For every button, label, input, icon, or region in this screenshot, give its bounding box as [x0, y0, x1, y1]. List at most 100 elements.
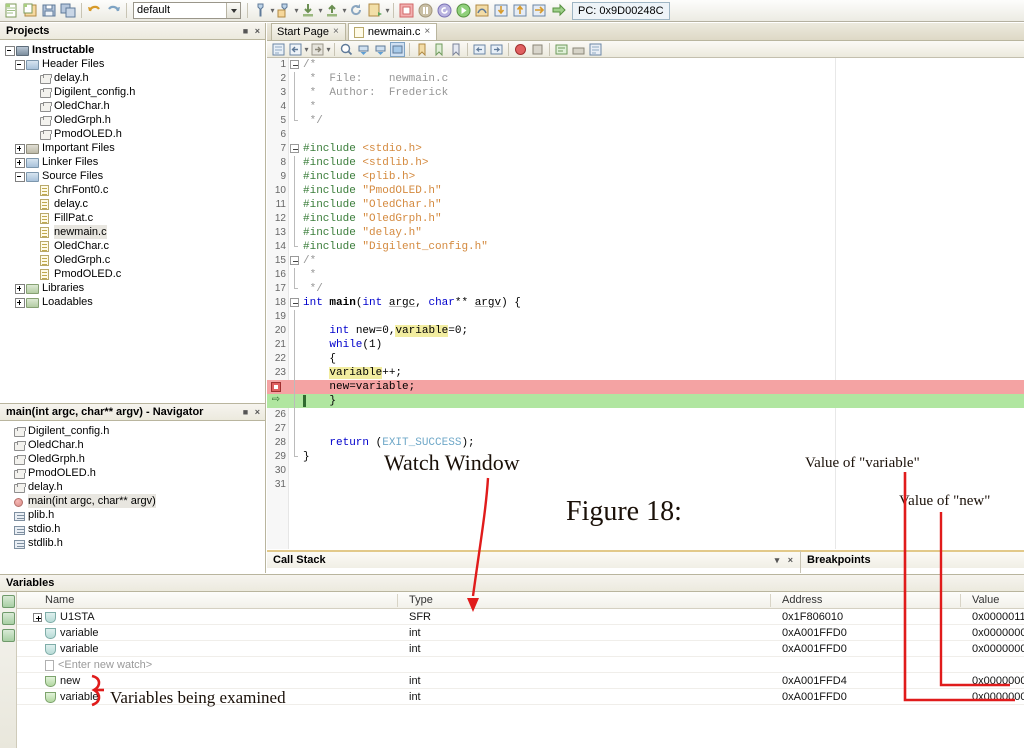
step-out-icon[interactable]: [512, 2, 529, 19]
code-editor[interactable]: 1/* 2 * File: newmain.c 3 * Author: Freder…: [267, 58, 1024, 549]
table-row[interactable]: variable int 0xA001FFD0 0x00000002: [17, 625, 1024, 641]
code-fold-column[interactable]: [289, 296, 302, 310]
navigator-item[interactable]: Digilent_config.h: [4, 424, 265, 438]
column-header[interactable]: Name: [45, 592, 74, 609]
program-device-icon[interactable]: [324, 2, 341, 19]
dropdown-dot[interactable]: ▾: [342, 2, 347, 19]
reset-icon[interactable]: [436, 2, 453, 19]
build-project-icon[interactable]: [252, 2, 269, 19]
project-tree-item[interactable]: OledChar.c: [4, 239, 265, 253]
column-header[interactable]: Address: [782, 592, 822, 609]
hold-in-reset-icon[interactable]: [348, 2, 365, 19]
project-tree-item[interactable]: Important Files: [4, 141, 265, 155]
navigator-item[interactable]: PmodOLED.h: [4, 466, 265, 480]
panel-window-buttons[interactable]: ■ ×: [243, 23, 262, 40]
collapse-icon[interactable]: [290, 256, 299, 265]
navigator-item[interactable]: delay.h: [4, 480, 265, 494]
find-next-icon[interactable]: [373, 42, 388, 57]
dropdown-dot[interactable]: ▾: [294, 2, 299, 19]
collapse-icon[interactable]: [14, 59, 25, 70]
project-tree-item[interactable]: delay.h: [4, 71, 265, 85]
debug-project-icon[interactable]: [367, 2, 384, 19]
project-tree-item[interactable]: OledGrph.h: [4, 113, 265, 127]
code-fold-column[interactable]: [289, 142, 302, 156]
panel-window-buttons[interactable]: ■ ×: [243, 404, 262, 421]
dropdown-dot[interactable]: ▾: [326, 41, 331, 58]
step-into-icon[interactable]: [493, 2, 510, 19]
configuration-combo[interactable]: default: [133, 2, 241, 19]
project-tree-item[interactable]: OledGrph.c: [4, 253, 265, 267]
table-row[interactable]: <Enter new watch>: [17, 657, 1024, 673]
expand-icon[interactable]: [14, 283, 25, 294]
expand-icon[interactable]: [33, 612, 42, 622]
run-to-cursor-icon[interactable]: [531, 2, 548, 19]
project-tree-item[interactable]: PmodOLED.c: [4, 267, 265, 281]
collapse-icon[interactable]: [290, 144, 299, 153]
navigator-item[interactable]: stdlib.h: [4, 536, 265, 550]
project-tree-item[interactable]: Source Files: [4, 169, 265, 183]
project-tree-item[interactable]: PmodOLED.h: [4, 127, 265, 141]
last-edit-icon[interactable]: [271, 42, 286, 57]
toggle-highlight-icon[interactable]: [390, 41, 405, 57]
previous-bookmark-icon[interactable]: [414, 42, 429, 57]
editor-tab[interactable]: newmain.c ×: [347, 23, 438, 40]
comment-icon[interactable]: [554, 42, 569, 57]
expand-icon[interactable]: [14, 143, 25, 154]
step-over-icon[interactable]: [474, 2, 491, 19]
table-row[interactable]: new int 0xA001FFD4 0x00000002: [17, 673, 1024, 689]
column-header[interactable]: Type: [409, 592, 433, 609]
project-tree-item[interactable]: Header Files: [4, 57, 265, 71]
chevron-down-icon[interactable]: [226, 3, 240, 18]
table-row[interactable]: U1STA SFR 0x1F806010 0x00000110: [17, 609, 1024, 625]
toggle-breakpoint-icon[interactable]: [513, 42, 528, 57]
breakpoints-panel[interactable]: Breakpoints: [800, 550, 1024, 573]
project-tree-item[interactable]: Linker Files: [4, 155, 265, 169]
project-tree-item[interactable]: Loadables: [4, 295, 265, 309]
finish-debugger-session-icon[interactable]: [398, 2, 415, 19]
project-tree-item[interactable]: FillPat.c: [4, 211, 265, 225]
find-previous-icon[interactable]: [356, 42, 371, 57]
back-icon[interactable]: [288, 42, 303, 57]
navigator-item[interactable]: main(int argc, char** argv): [4, 494, 265, 508]
panel-window-buttons[interactable]: ▾ ×: [775, 552, 796, 568]
new-file-icon[interactable]: [3, 2, 20, 19]
uncomment-icon[interactable]: [571, 42, 586, 57]
dropdown-dot[interactable]: ▾: [385, 2, 390, 19]
expand-icon[interactable]: [14, 157, 25, 168]
make-and-program-icon[interactable]: [300, 2, 317, 19]
save-icon[interactable]: [41, 2, 58, 19]
breakpoint-icon[interactable]: [271, 382, 281, 392]
column-divider[interactable]: [397, 594, 398, 607]
column-header[interactable]: Value: [972, 592, 999, 609]
collapse-icon[interactable]: [290, 60, 299, 69]
project-tree-item[interactable]: Digilent_config.h: [4, 85, 265, 99]
navigator-item[interactable]: plib.h: [4, 508, 265, 522]
column-divider[interactable]: [960, 594, 961, 607]
step-back-watch-icon[interactable]: [1, 595, 15, 608]
collapse-icon[interactable]: [290, 298, 299, 307]
clean-and-build-icon[interactable]: [276, 2, 293, 19]
redo-icon[interactable]: [105, 2, 122, 19]
project-tree-item[interactable]: Instructable: [4, 43, 265, 57]
project-tree-item[interactable]: delay.c: [4, 197, 265, 211]
dropdown-dot[interactable]: ▾: [304, 41, 309, 58]
navigator-item[interactable]: OledGrph.h: [4, 452, 265, 466]
navigator-item[interactable]: OledChar.h: [4, 438, 265, 452]
forward-icon[interactable]: [310, 42, 325, 57]
save-all-icon[interactable]: [60, 2, 77, 19]
close-icon[interactable]: ×: [333, 24, 339, 40]
dropdown-dot[interactable]: ▾: [318, 2, 323, 19]
close-icon[interactable]: ×: [424, 24, 430, 40]
table-row[interactable]: variable int 0xA001FFD0 0x00000002: [17, 641, 1024, 657]
collapse-icon[interactable]: [4, 45, 15, 56]
find-selection-icon[interactable]: [339, 42, 354, 57]
shift-left-icon[interactable]: [472, 42, 487, 57]
toggle-bookmark-icon[interactable]: [431, 42, 446, 57]
expand-icon[interactable]: [14, 297, 25, 308]
refresh-watch-icon[interactable]: [1, 612, 15, 625]
editor-tab[interactable]: Start Page ×: [271, 23, 346, 40]
next-bookmark-icon[interactable]: [448, 42, 463, 57]
set-pc-at-cursor-icon[interactable]: [550, 2, 567, 19]
code-fold-column[interactable]: [289, 254, 302, 268]
continue-icon[interactable]: [455, 2, 472, 19]
